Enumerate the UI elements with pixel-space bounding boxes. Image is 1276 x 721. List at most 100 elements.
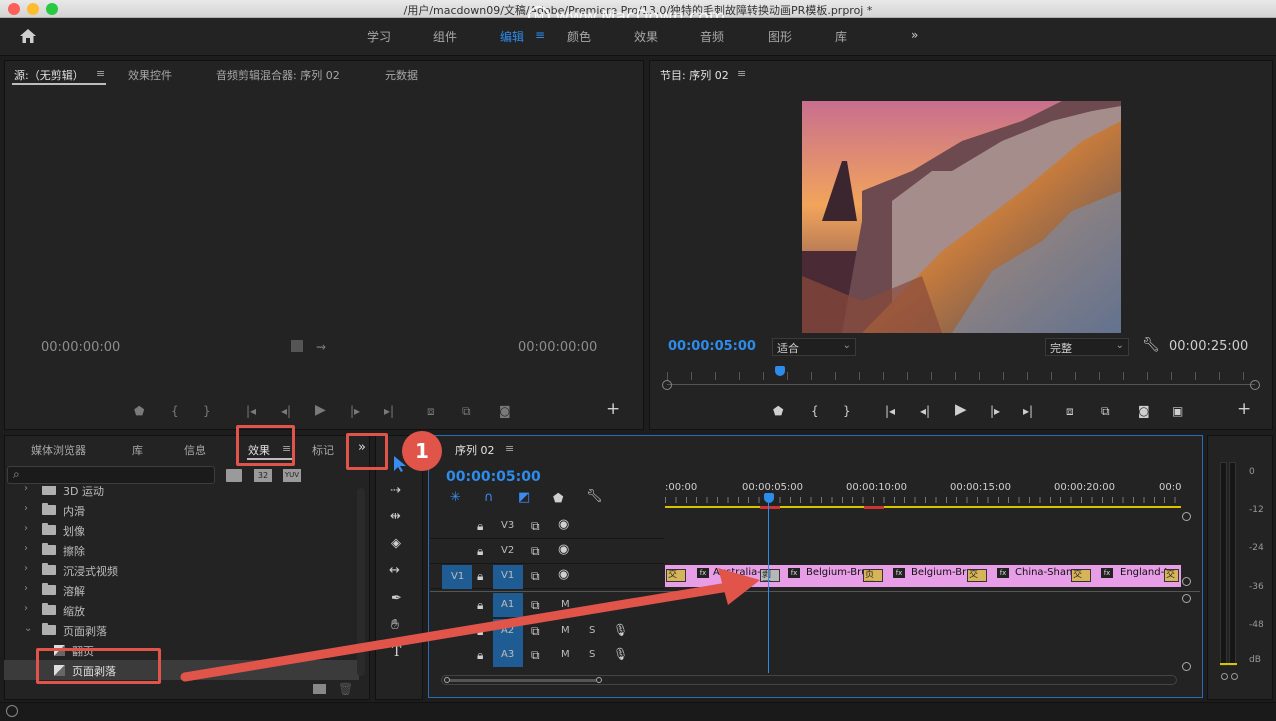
zoom-handle-right[interactable]	[1250, 380, 1260, 390]
workspace-assembly[interactable]: 组件	[433, 28, 457, 45]
step-forward-icon[interactable]: |▸	[990, 404, 1000, 418]
eye-icon[interactable]: ◉	[558, 543, 569, 557]
step-back-icon[interactable]: ◂|	[281, 404, 291, 418]
transition-cross-dissolve[interactable]: 交叉	[1071, 569, 1091, 582]
workspace-editing[interactable]: 编辑	[500, 28, 524, 45]
fit-dropdown[interactable]: 适合 ⌄	[772, 338, 856, 356]
workspace-libraries[interactable]: 库	[835, 28, 847, 45]
mark-in-icon[interactable]: {	[171, 404, 179, 418]
v-scroll-handle[interactable]	[1182, 577, 1191, 586]
workspace-menu-icon[interactable]: ≡	[535, 28, 545, 42]
workspace-effects[interactable]: 效果	[634, 28, 658, 45]
ripple-edit-tool-icon[interactable]: ⇹	[390, 510, 401, 524]
track-label-v2[interactable]: V2	[501, 545, 514, 556]
lift-icon[interactable]: ⧈	[1066, 404, 1074, 418]
go-to-out-icon[interactable]: ▸|	[384, 404, 394, 418]
tab-libraries[interactable]: 库	[132, 442, 143, 458]
sync-lock-icon[interactable]: ⧉	[531, 544, 540, 558]
play-icon[interactable]: ▶	[315, 403, 326, 417]
yuv-effects-badge[interactable]: YUV	[283, 469, 301, 482]
go-to-out-icon[interactable]: ▸|	[1023, 404, 1033, 418]
drag-video-icon[interactable]	[291, 340, 303, 352]
v-scroll-handle[interactable]	[1182, 512, 1191, 521]
timeline-settings-wrench-icon[interactable]: 🔧︎	[586, 490, 603, 504]
overwrite-icon[interactable]: ⧉	[462, 404, 471, 418]
insert-icon[interactable]: ⧈	[427, 404, 435, 418]
mark-out-icon[interactable]: }	[843, 404, 851, 418]
v-scroll-handle[interactable]	[1182, 662, 1191, 671]
extract-icon[interactable]: ⧉	[1101, 404, 1110, 418]
program-menu-icon[interactable]: ≡	[737, 67, 746, 80]
clip-china[interactable]: China-Shang	[1015, 567, 1079, 578]
add-marker-icon[interactable]: ⬟	[553, 491, 563, 505]
step-back-icon[interactable]: ◂|	[920, 404, 930, 418]
export-frame-icon[interactable]: ◙	[1138, 404, 1150, 418]
clip-england[interactable]: England-L	[1120, 567, 1170, 578]
clip-belgium-2[interactable]: Belgium-Bru	[911, 567, 973, 578]
play-icon[interactable]: ▶	[955, 402, 967, 417]
wrench-settings-icon[interactable]: 🔧︎	[1142, 338, 1160, 352]
linked-selection-icon[interactable]: ◩	[518, 491, 530, 505]
home-icon[interactable]	[19, 28, 37, 44]
effects-search-input[interactable]: ⌕	[7, 466, 215, 484]
source-tab-menu-icon[interactable]: ≡	[96, 67, 105, 80]
workspace-audio[interactable]: 音频	[700, 28, 724, 45]
tab-metadata[interactable]: 元数据	[385, 67, 418, 83]
sync-lock-icon[interactable]: ⧉	[531, 519, 540, 533]
tab-info[interactable]: 信息	[184, 442, 206, 458]
workspace-learn[interactable]: 学习	[367, 28, 391, 45]
tree-item-wipe[interactable]: › 擦除	[4, 540, 359, 560]
track-select-tool-icon[interactable]: ⇢	[390, 484, 401, 498]
timeline-playhead-handle[interactable]	[764, 493, 774, 503]
transition-cross-dissolve[interactable]: 交	[1164, 569, 1179, 582]
timeline-v-scrollbar[interactable]	[1182, 512, 1191, 671]
tree-item-3d-motion[interactable]: › 3D 运动	[4, 486, 359, 500]
razor-tool-icon[interactable]: ◈	[391, 537, 401, 551]
tab-effect-controls[interactable]: 效果控件	[128, 67, 172, 83]
creative-cloud-icon[interactable]	[6, 705, 18, 717]
track-label-v3[interactable]: V3	[501, 520, 514, 531]
zoom-handle-left[interactable]	[662, 380, 672, 390]
comparison-view-icon[interactable]: ▣	[1172, 404, 1183, 418]
lock-icon[interactable]: 🔒︎	[477, 519, 483, 533]
program-panel-title[interactable]: 节目: 序列 02	[660, 67, 729, 83]
32bit-effects-badge[interactable]: 32	[254, 469, 272, 482]
accelerated-effects-icon[interactable]	[226, 469, 242, 482]
nest-sequence-icon[interactable]: ✳︎	[450, 491, 461, 505]
add-marker-icon[interactable]: ⬟	[134, 404, 144, 418]
timeline-timecode[interactable]: 00:00:05:00	[446, 469, 541, 485]
program-scrub-track[interactable]	[667, 384, 1255, 385]
solo-left-button[interactable]	[1221, 673, 1228, 680]
program-monitor-video[interactable]	[802, 101, 1121, 333]
eye-icon[interactable]: ◉	[558, 518, 569, 532]
snap-magnet-icon[interactable]: ∩	[484, 491, 494, 505]
add-button-icon[interactable]: +	[1237, 401, 1251, 418]
add-button-icon[interactable]: +	[606, 401, 620, 418]
add-marker-icon[interactable]: ⬟	[773, 404, 783, 418]
workspace-graphics[interactable]: 图形	[768, 28, 792, 45]
source-timecode[interactable]: 00:00:00:00	[41, 340, 120, 355]
workspace-color[interactable]: 颜色	[567, 28, 591, 45]
quality-dropdown[interactable]: 完整 ⌄	[1045, 338, 1129, 356]
drag-audio-icon[interactable]: ⇝	[316, 340, 326, 354]
timeline-menu-icon[interactable]: ≡	[505, 442, 514, 455]
go-to-in-icon[interactable]: |◂	[246, 404, 256, 418]
tab-markers[interactable]: 标记	[312, 442, 334, 458]
tab-audio-clip-mixer[interactable]: 音频剪辑混合器: 序列 02	[216, 67, 340, 83]
solo-right-button[interactable]	[1231, 673, 1238, 680]
transition-page[interactable]: 页面	[863, 569, 883, 582]
v-scroll-handle[interactable]	[1182, 594, 1191, 603]
program-playhead[interactable]	[775, 366, 785, 376]
tree-item-iris[interactable]: › 划像	[4, 520, 359, 540]
tab-media-browser[interactable]: 媒体浏览器	[31, 442, 86, 458]
tab-source[interactable]: 源:（无剪辑）	[14, 67, 84, 83]
mark-in-icon[interactable]: {	[811, 404, 819, 418]
step-forward-icon[interactable]: |▸	[350, 404, 360, 418]
tree-item-slide[interactable]: › 内滑	[4, 500, 359, 520]
mark-out-icon[interactable]: }	[203, 404, 211, 418]
export-frame-icon[interactable]: ◙	[499, 404, 511, 418]
workspace-more-icon[interactable]: »	[911, 28, 918, 42]
work-area-bar[interactable]	[665, 506, 1181, 508]
program-timecode[interactable]: 00:00:05:00	[668, 339, 756, 354]
go-to-in-icon[interactable]: |◂	[885, 404, 895, 418]
